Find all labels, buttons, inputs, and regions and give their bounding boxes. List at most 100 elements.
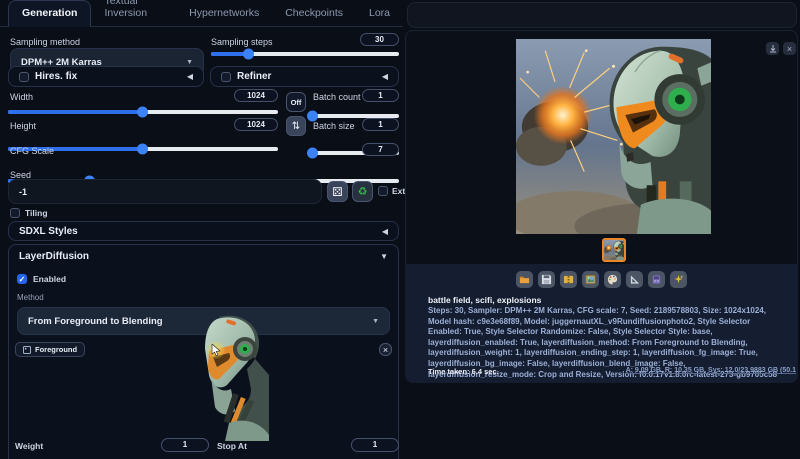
picture-icon [585,274,596,285]
card-icon [652,275,661,284]
method-label: Method [17,293,44,302]
slider-thumb[interactable] [242,48,254,60]
dice-icon: ⚄ [332,184,343,199]
layerdiffusion-title: LayerDiffusion [19,251,90,262]
send-to-img2img-button[interactable] [582,271,599,288]
width-slider[interactable] [8,106,278,118]
prompt-summary[interactable]: battle field, scifi, explosions [428,295,541,305]
save-image-button[interactable] [538,271,555,288]
palette-icon [607,274,618,285]
sdxl-styles-accordion[interactable]: SDXL Styles ◀ [8,221,399,241]
collapse-arrow-icon: ◀ [186,72,193,81]
close-gallery-button[interactable]: × [783,42,796,55]
foreground-tab-label: Foreground [35,345,78,354]
weight-input[interactable]: 1 [161,438,209,452]
chevron-down-icon: ▼ [186,58,193,66]
open-folder-icon [519,276,530,284]
send-to-svd-button[interactable] [648,271,665,288]
layerdiffusion-accordion: LayerDiffusion ▼ ✓ Enabled Method From F… [8,244,399,459]
download-icon [769,44,776,52]
image-frame-icon [23,345,31,354]
foreground-image[interactable] [189,315,275,441]
weight-label: Weight [15,441,44,451]
random-seed-button[interactable]: ⚄ [327,181,348,202]
tiling-checkbox[interactable] [10,208,20,218]
refiner-accordion[interactable]: Refiner ◀ [210,66,399,87]
tab-lora[interactable]: Lora [356,1,403,26]
expand-arrow-icon: ▼ [380,252,388,261]
hr-off-button[interactable]: Off [286,92,306,112]
refiner-label: Refiner [237,71,272,82]
generation-info-panel: battle field, scifi, explosions Steps: 3… [405,264,798,383]
tab-generation[interactable]: Generation [8,0,92,27]
send-to-inpaint-button[interactable] [604,271,621,288]
batch-size-input[interactable]: 1 [362,118,399,131]
prompt-textarea[interactable] [407,2,797,28]
hires-fix-accordion[interactable]: Hires. fix ◀ [8,66,204,87]
height-label: Height [10,121,37,131]
triangle-ruler-icon [630,275,640,284]
settings-tabbar: Generation Textual Inversion Hypernetwor… [0,0,403,27]
generated-image[interactable] [516,39,711,234]
seed-value: -1 [19,186,28,197]
swap-icon: ⇅ [291,120,301,132]
footer-stats: Time taken: 6.4 sec. A: 9.09 GB, R: 10.3… [428,367,796,376]
save-zip-icon [563,275,574,284]
gallery-thumbnail-selected[interactable] [602,238,626,262]
swap-dimensions-button[interactable]: ⇅ [286,116,306,136]
image-action-row [405,271,798,288]
slider-thumb[interactable] [307,147,318,159]
cfg-scale-input[interactable]: 7 [362,143,399,156]
mouse-cursor-icon [211,344,221,356]
hires-fix-label: Hires. fix [35,71,78,82]
save-zip-button[interactable] [560,271,577,288]
tab-checkpoints[interactable]: Checkpoints [272,1,356,26]
photopea-button[interactable] [670,271,687,288]
seed-input[interactable]: -1 [8,179,322,204]
reuse-seed-button[interactable]: ♻ [352,181,373,202]
sparkles-icon [674,274,684,284]
stop-at-input[interactable]: 1 [351,438,399,452]
foreground-tab[interactable]: Foreground [15,342,86,357]
layerdiffusion-header[interactable]: LayerDiffusion ▼ [9,245,398,266]
slider-thumb[interactable] [137,143,148,155]
close-icon: × [786,43,793,54]
tab-textual-inversion[interactable]: Textual Inversion [91,0,176,26]
slider-thumb[interactable] [307,110,318,122]
batch-count-label: Batch count [313,92,361,102]
send-to-extras-button[interactable] [626,271,643,288]
seed-extra-checkbox[interactable] [378,186,388,196]
refiner-checkbox[interactable] [221,71,231,82]
tab-hypernetworks[interactable]: Hypernetworks [176,1,272,26]
method-value: From Foreground to Blending [28,315,163,327]
batch-count-input[interactable]: 1 [362,89,399,102]
collapse-arrow-icon: ◀ [381,226,388,236]
height-input[interactable]: 1024 [234,118,278,131]
memory-stats: A: 9.09 GB, R: 10.35 GB, Sys: 12.0/23.98… [625,367,796,374]
width-label: Width [10,92,34,102]
sdxl-styles-label: SDXL Styles [19,225,78,237]
sampling-method-label: Sampling method [10,37,81,47]
collapse-arrow-icon: ◀ [381,72,388,81]
download-image-button[interactable] [766,42,779,55]
width-input[interactable]: 1024 [234,89,278,102]
close-icon: × [382,344,389,355]
batch-size-label: Batch size [313,121,355,131]
hires-fix-checkbox[interactable] [19,71,29,82]
sampling-steps-slider[interactable] [211,48,399,60]
chevron-down-icon: ▼ [372,317,379,325]
tiling-label: Tiling [25,208,48,218]
sd-webui-window: Generation Textual Inversion Hypernetwor… [0,0,800,459]
result-gallery: × [405,30,798,264]
stop-at-label: Stop At [217,441,247,451]
save-icon [541,274,552,285]
time-taken: Time taken: 6.4 sec. [428,367,499,376]
slider-thumb[interactable] [137,106,148,118]
sampling-steps-input[interactable]: 30 [360,33,399,46]
layerdiffusion-enabled-label: Enabled [33,274,67,284]
sampling-steps-label: Sampling steps [211,37,273,47]
layerdiffusion-enabled-checkbox[interactable]: ✓ [17,274,27,284]
recycle-icon: ♻ [357,186,368,198]
open-folder-button[interactable] [516,271,533,288]
clear-foreground-image-button[interactable]: × [379,343,392,356]
